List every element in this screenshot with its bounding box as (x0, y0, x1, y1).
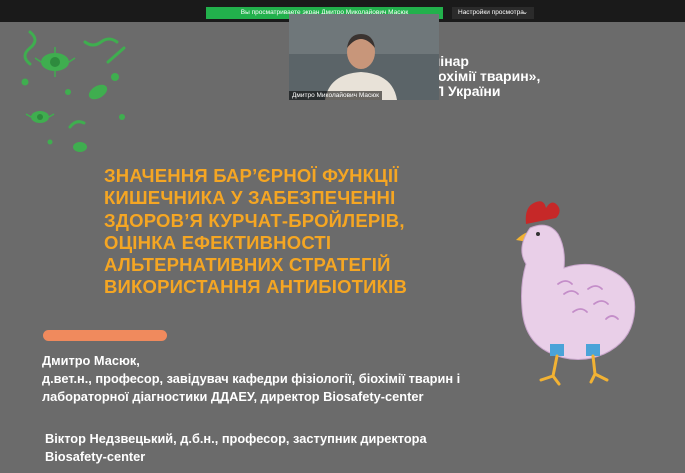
author-line: д.вет.н., професор, завідувач кафедри фі… (42, 371, 461, 386)
chevron-down-icon: ⌄ (522, 9, 528, 16)
author-block-primary: Дмитро Масюк, д.вет.н., професор, завіду… (42, 352, 460, 406)
title-line: ОЦІНКА ЕФЕКТИВНОСТІ (104, 231, 332, 253)
title-line: АЛЬТЕРНАТИВНИХ СТРАТЕГІЙ (104, 254, 391, 276)
participant-video-tile[interactable]: Дмитро Миколайович Масюк (289, 14, 439, 100)
author-line: Віктор Недзвецький, д.б.н., професор, за… (45, 431, 427, 446)
slide-title: ЗНАЧЕННЯ БАР’ЄРНОЇ ФУНКЦІЇ КИШЕЧНИКА У З… (104, 165, 407, 299)
title-line: ЗДОРОВ’Я КУРЧАТ-БРОЙЛЕРІВ, (104, 209, 405, 231)
author-block-secondary: Віктор Недзвецький, д.б.н., професор, за… (45, 430, 427, 466)
screen-share-window: Вы просматриваете экран Дмитро Миколайов… (0, 0, 685, 473)
title-line: ЗНАЧЕННЯ БАР’ЄРНОЇ ФУНКЦІЇ (104, 165, 399, 186)
author-line: Дмитро Масюк, (42, 353, 140, 368)
view-options-button[interactable]: Настройки просмотра ⌄ (452, 7, 534, 19)
author-line: лабораторної діагностики ДДАЕУ, директор… (42, 389, 424, 404)
participant-avatar (289, 14, 439, 100)
accent-bar (43, 330, 167, 341)
chicken-illustration (516, 201, 636, 386)
view-options-label: Настройки просмотра (458, 9, 524, 16)
participant-name-label: Дмитро Миколайович Масюк (289, 91, 382, 100)
author-line: Biosafety-center (45, 449, 146, 464)
title-line: ВИКОРИСТАННЯ АНТИБІОТИКІВ (104, 276, 408, 298)
title-line: КИШЕЧНИКА У ЗАБЕЗПЕЧЕННІ (104, 187, 396, 209)
microbes-illustration (21, 30, 126, 152)
